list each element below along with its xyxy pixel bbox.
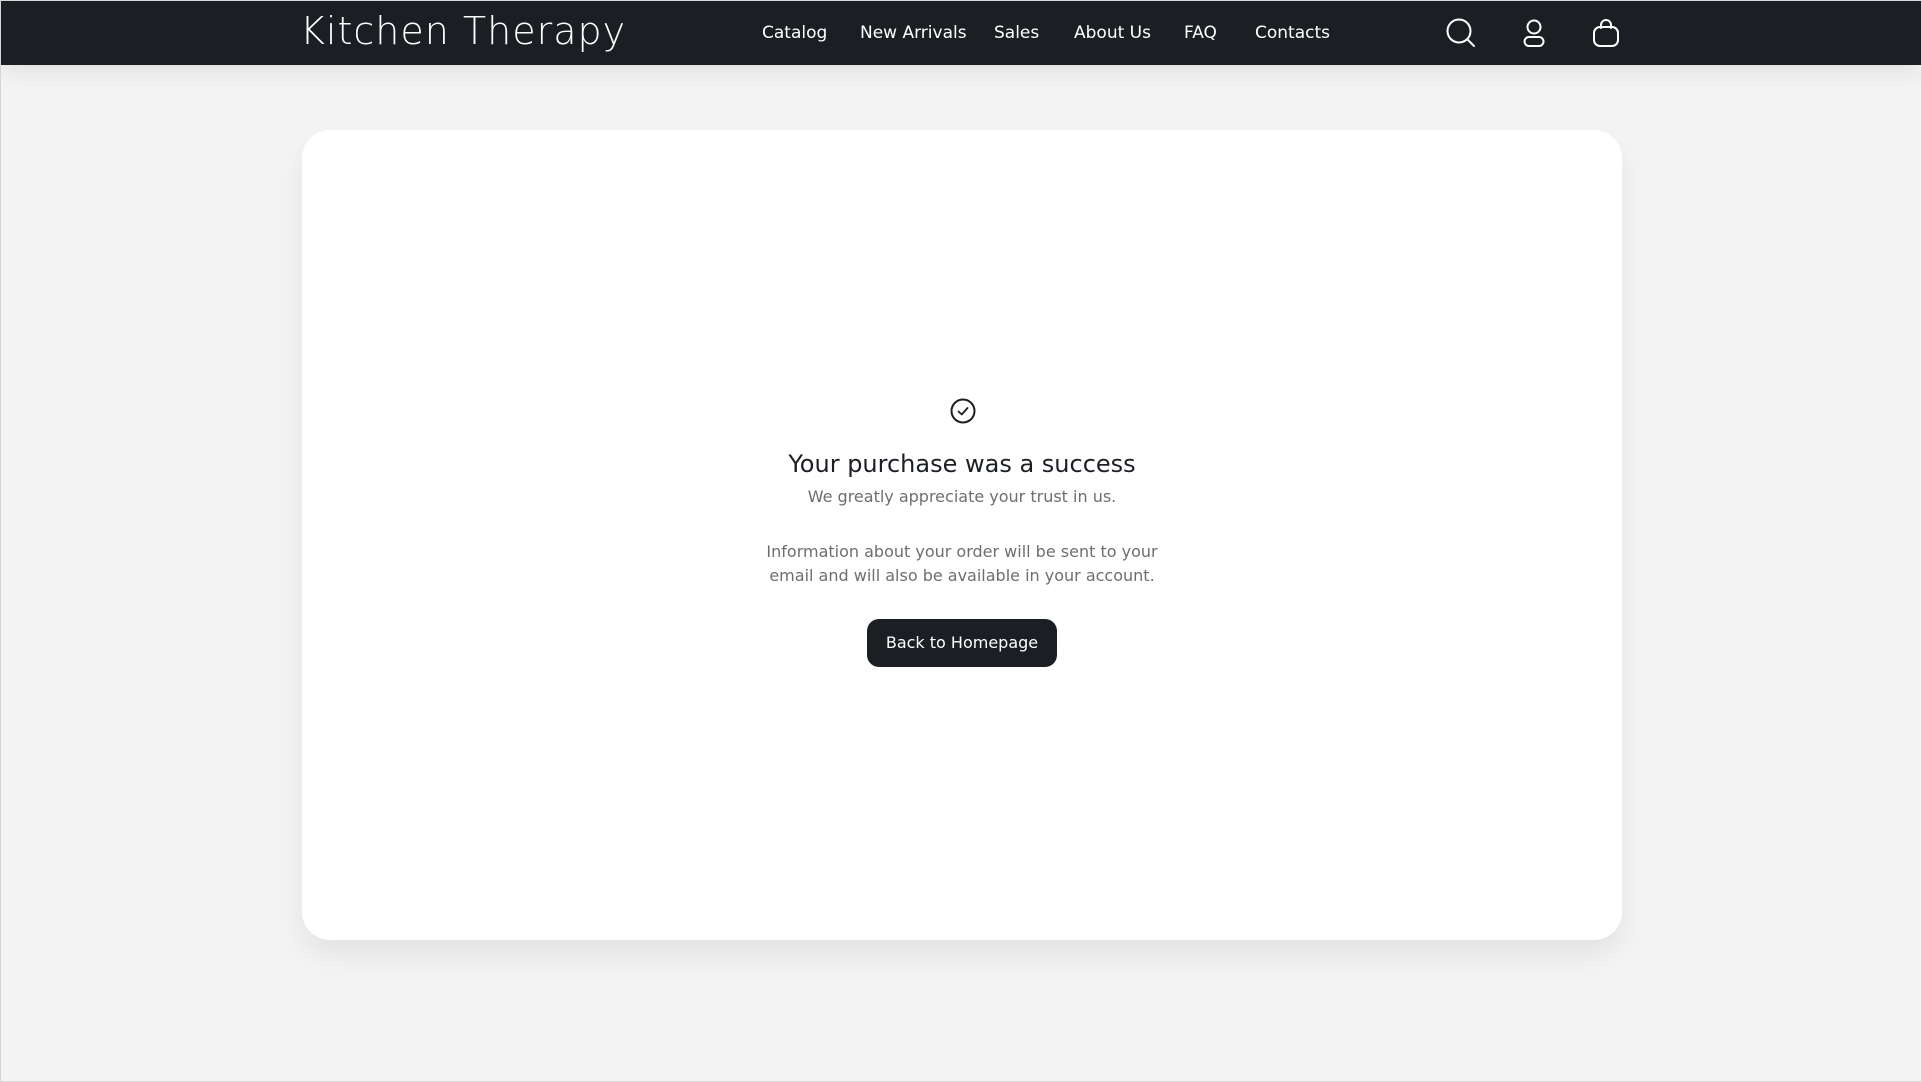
nav-link-faq[interactable]: FAQ [1184, 1, 1217, 65]
nav-link-about-us[interactable]: About Us [1074, 1, 1151, 65]
check-circle-icon [950, 398, 976, 424]
order-info-text: Information about your order will be sen… [766, 542, 1158, 585]
search-icon[interactable] [1445, 17, 1477, 49]
back-to-homepage-button[interactable]: Back to Homepage [867, 619, 1057, 667]
order-confirmation-card: Your purchase was a success We greatly a… [302, 130, 1622, 940]
nav-link-contacts[interactable]: Contacts [1255, 1, 1330, 65]
nav-link-catalog[interactable]: Catalog [762, 1, 827, 65]
shopping-bag-icon[interactable] [1590, 17, 1622, 49]
confirmation-subtitle: We greatly appreciate your trust in us. [807, 487, 1117, 506]
top-navigation-bar: Kitchen Therapy Catalog New Arrivals Sal… [1, 1, 1921, 65]
nav-link-sales[interactable]: Sales [994, 1, 1039, 65]
site-logo[interactable]: Kitchen Therapy [300, 7, 626, 55]
confirmation-title: Your purchase was a success [788, 450, 1136, 478]
page: Kitchen Therapy Catalog New Arrivals Sal… [0, 0, 1922, 1082]
user-icon[interactable] [1518, 17, 1550, 49]
nav-link-new-arrivals[interactable]: New Arrivals [860, 1, 967, 65]
